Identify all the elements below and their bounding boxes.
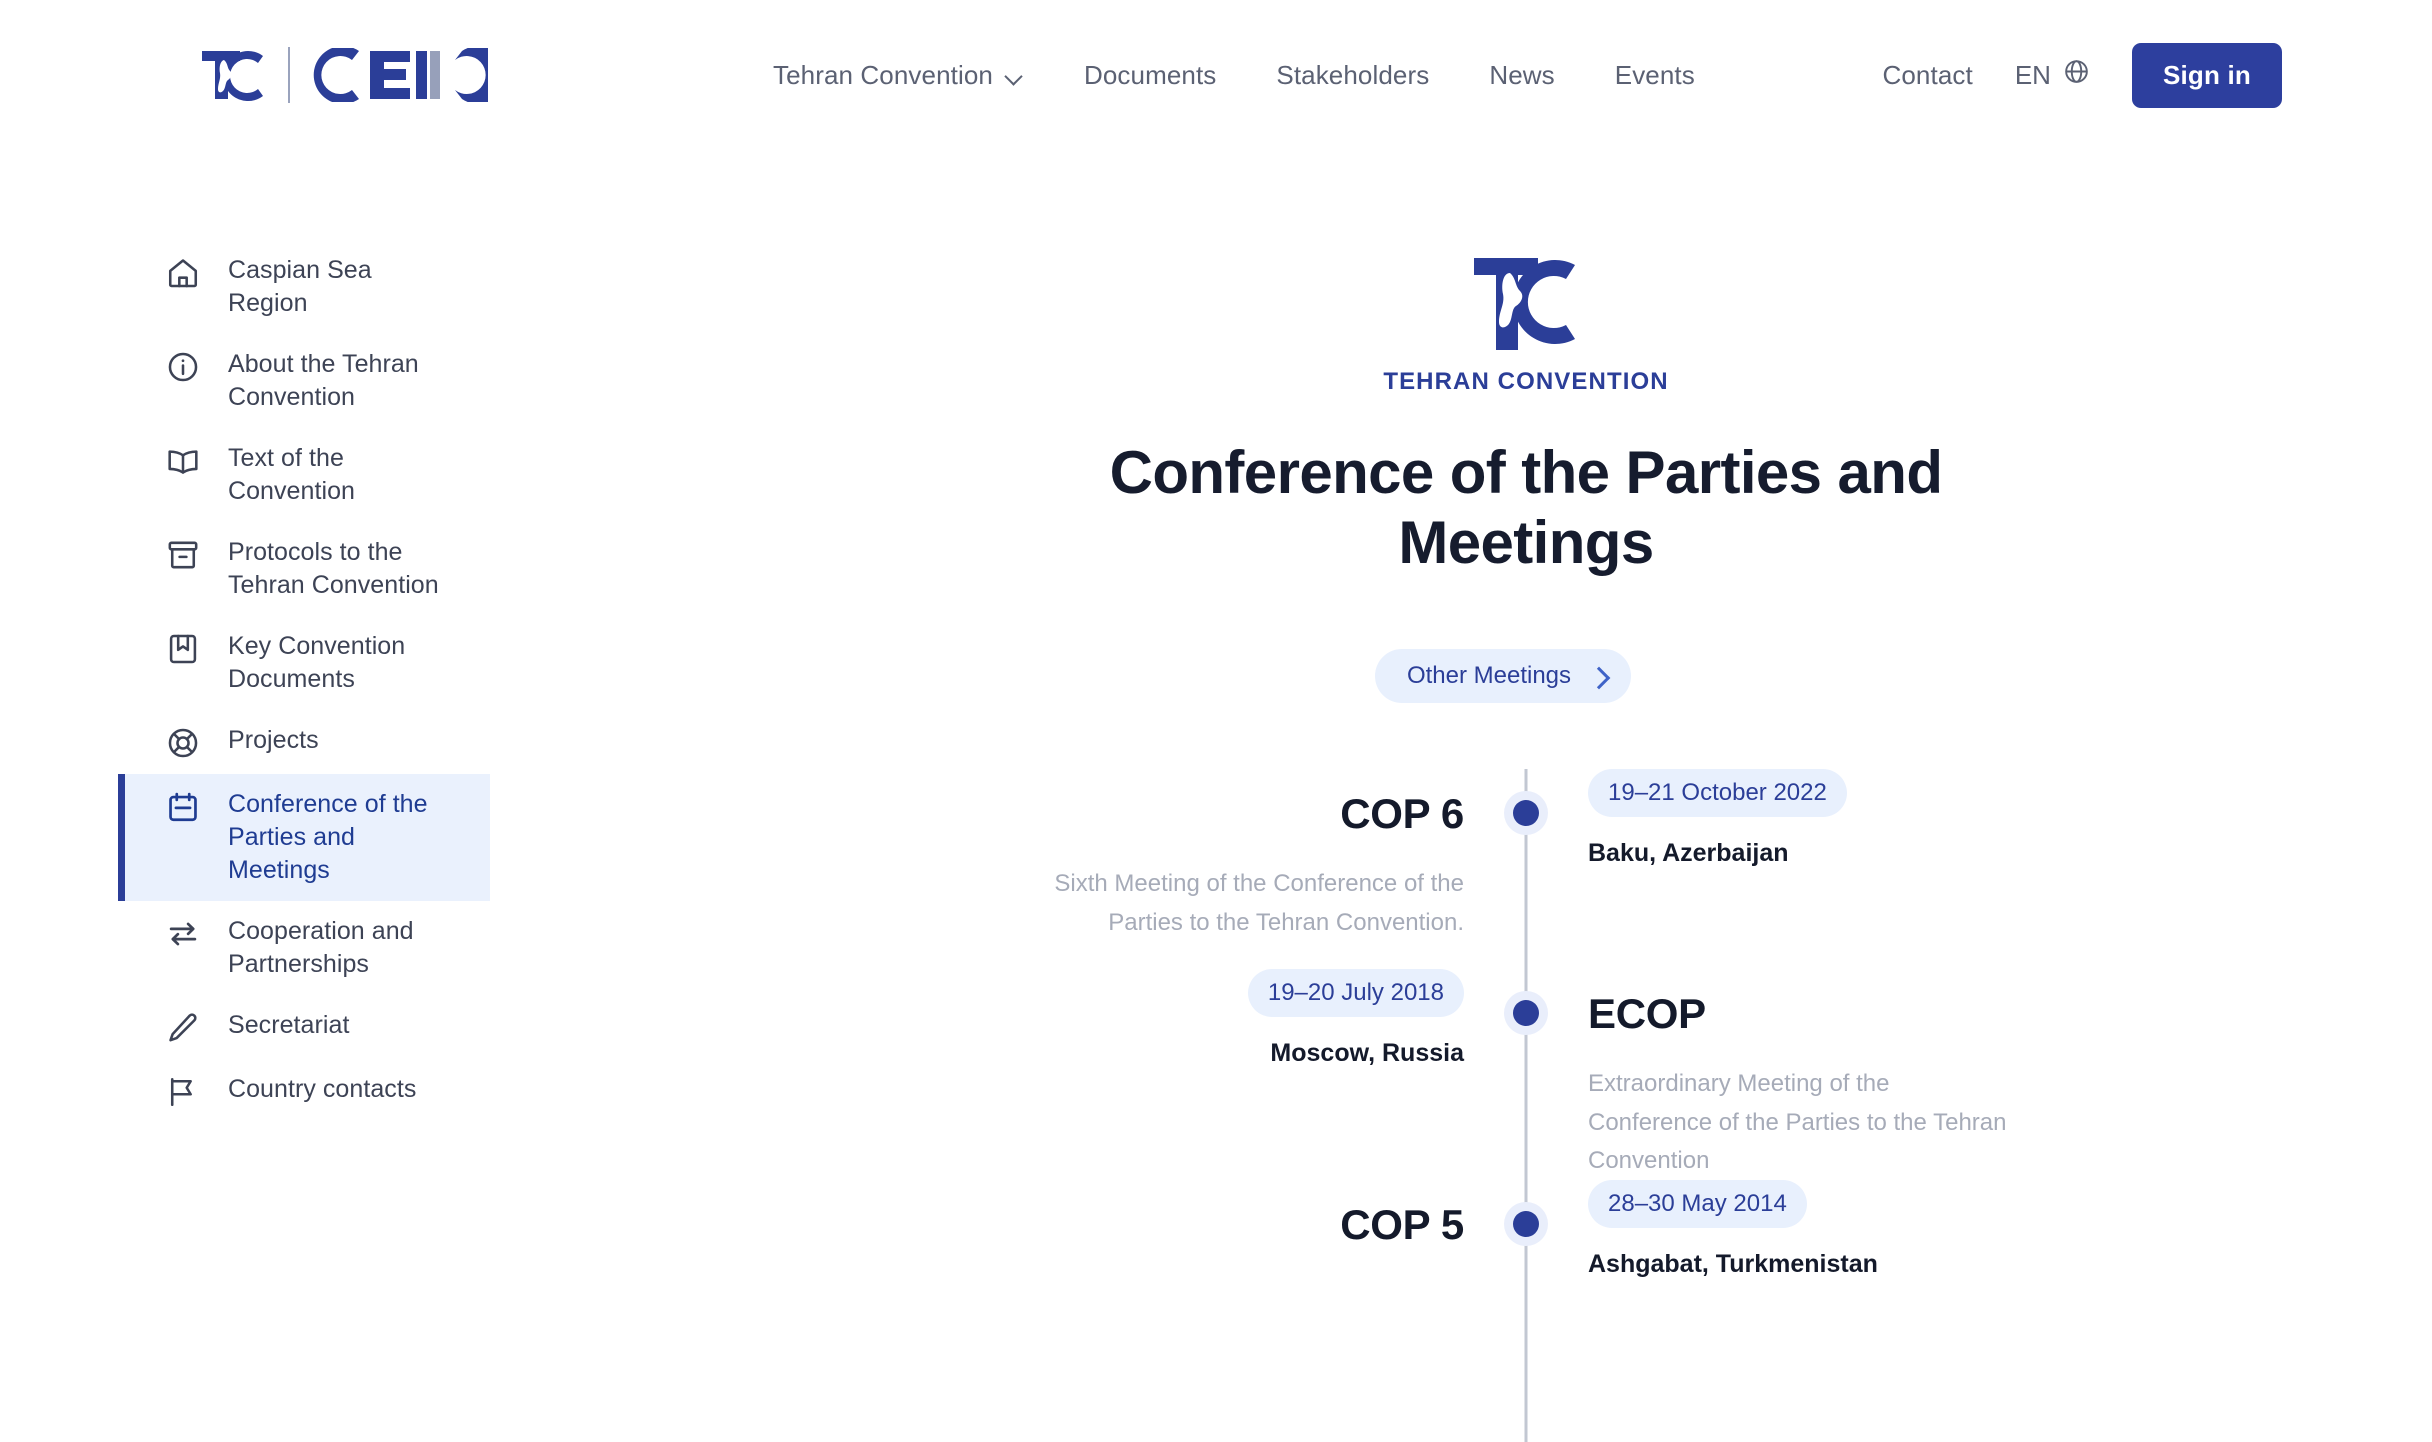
meeting-location: Ashgabat, Turkmenistan [1588,1250,1878,1279]
timeline-detail-cell: 19–20 July 2018 Moscow, Russia [620,969,1526,1068]
meeting-description: Sixth Meeting of the Conference of the P… [1054,870,1464,936]
header-right-actions: Contact EN Sign in [1883,42,2282,108]
ceic-logo-icon [312,46,508,104]
sidebar-label: Text of the Convention [228,444,355,505]
sidebar-label: Secretariat [228,1011,350,1039]
meeting-location: Moscow, Russia [1270,1039,1464,1068]
page-hero: TEHRAN CONVENTION Conference of the Part… [620,250,2432,704]
nav-item-stakeholders[interactable]: Stakeholders [1276,60,1429,91]
timeline-row: COP 6 Sixth Meeting of the Conference of… [620,769,2432,969]
sidebar-navigation: Caspian Sea Region About the Tehran Conv… [0,150,620,1442]
calendar-icon [166,790,200,824]
main-navigation: Tehran Convention Documents Stakeholders… [773,60,1695,91]
timeline-row: COP 5 28–30 May 2014 Ashgabat, Turkmenis… [620,1180,2432,1380]
archive-box-icon [166,538,200,572]
chevron-down-icon [1006,70,1024,81]
lifebuoy-icon [166,726,200,760]
tehran-convention-logo-icon [200,47,266,103]
flag-icon [166,1075,200,1109]
other-meetings-row: Other Meetings [574,649,2432,704]
bookmark-icon [166,632,200,666]
info-circle-icon [166,350,200,384]
sidebar-item-projects[interactable]: Projects [118,710,490,774]
sidebar-item-secretariat[interactable]: Secretariat [118,995,490,1059]
meeting-date-badge: 19–20 July 2018 [1247,969,1464,1018]
sidebar-label: Caspian Sea Region [228,256,372,317]
meeting-name: COP 6 [1340,790,1464,838]
exchange-arrows-icon [166,917,200,951]
meeting-date-badge: 19–21 October 2022 [1588,769,1847,818]
pencil-icon [166,1011,200,1045]
page-body: Caspian Sea Region About the Tehran Conv… [0,150,2432,1442]
nav-item-documents[interactable]: Documents [1084,60,1216,91]
sidebar-label: Country contacts [228,1075,417,1103]
nav-item-tehran-convention[interactable]: Tehran Convention [773,60,1024,91]
meeting-name: COP 5 [1340,1201,1464,1249]
timeline-detail-cell: 28–30 May 2014 Ashgabat, Turkmenistan [1526,1180,2432,1279]
meetings-timeline: COP 6 Sixth Meeting of the Conference of… [620,769,2432,1442]
brand-logo[interactable] [200,46,508,104]
sidebar-item-text-of-the-convention[interactable]: Text of the Convention [118,428,490,522]
timeline-row: 19–20 July 2018 Moscow, Russia ECOP Extr… [620,969,2432,1180]
main-content: TEHRAN CONVENTION Conference of the Part… [620,150,2432,1442]
timeline-dot [1513,800,1539,827]
timeline-title-cell: ECOP Extraordinary Meeting of the Confer… [1526,969,2432,1180]
sidebar-label: About the Tehran Convention [228,350,419,411]
sidebar-item-about-the-tehran-convention[interactable]: About the Tehran Convention [118,334,490,428]
sidebar-item-protocols-to-the-tehran-convention[interactable]: Protocols to the Tehran Convention [118,522,490,616]
other-meetings-button[interactable]: Other Meetings [1374,649,1632,704]
page-title: Conference of the Parties and Meetings [1109,439,1943,576]
sidebar-item-cooperation-and-partnerships[interactable]: Cooperation and Partnerships [118,901,490,995]
emblem-caption: TEHRAN CONVENTION [1383,368,1669,395]
meeting-location: Baku, Azerbaijan [1588,839,1789,868]
meeting-name: ECOP [1588,990,1706,1038]
chevron-right-icon [1591,669,1605,683]
nav-item-events[interactable]: Events [1615,60,1695,91]
other-meetings-label: Other Meetings [1406,662,1572,690]
sign-in-button[interactable]: Sign in [2131,42,2282,108]
home-icon [166,256,200,290]
language-selector[interactable]: EN [2015,58,2090,92]
logo-divider [288,47,290,103]
sidebar-label: Conference of the Parties and Meetings [228,790,428,884]
open-book-icon [166,444,200,478]
sidebar-item-caspian-sea-region[interactable]: Caspian Sea Region [118,240,490,334]
language-label: EN [2014,59,2051,90]
nav-item-contact[interactable]: Contact [1883,60,1973,91]
sidebar-item-conference-of-the-parties-and-meetings[interactable]: Conference of the Parties and Meetings [118,774,490,901]
timeline-title-cell: COP 5 [620,1180,1526,1276]
timeline-title-cell: COP 6 Sixth Meeting of the Conference of… [620,769,1526,942]
sidebar-label: Key Convention Documents [228,632,406,693]
nav-label-tehran-convention: Tehran Convention [773,59,993,90]
sidebar-label: Projects [228,726,319,754]
nav-item-news[interactable]: News [1489,60,1554,91]
meeting-description: Extraordinary Meeting of the Conference … [1588,1070,2007,1174]
timeline-detail-cell: 19–21 October 2022 Baku, Azerbaijan [1526,769,2432,868]
timeline-dot [1513,1000,1539,1027]
tehran-convention-emblem-icon [1466,250,1586,358]
sidebar-label: Protocols to the Tehran Convention [228,538,439,599]
sidebar-label: Cooperation and Partnerships [228,917,414,978]
timeline-dot [1513,1211,1539,1238]
site-header: Tehran Convention Documents Stakeholders… [0,0,2432,150]
sidebar-item-country-contacts[interactable]: Country contacts [118,1059,490,1123]
sidebar-item-key-convention-documents[interactable]: Key Convention Documents [118,616,490,710]
meeting-date-badge: 28–30 May 2014 [1588,1180,1807,1229]
globe-icon [2063,58,2090,92]
